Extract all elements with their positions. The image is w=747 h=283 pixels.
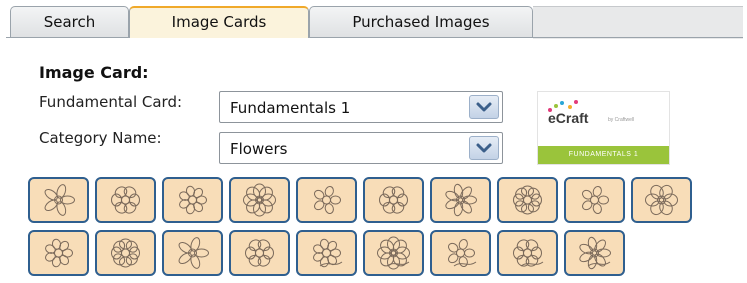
chevron-down-icon[interactable] [469, 136, 499, 160]
fundamental-card-value: Fundamentals 1 [230, 99, 351, 117]
section-title: Image Card: [39, 63, 149, 82]
image-card[interactable] [497, 230, 558, 276]
tab-image-cards[interactable]: Image Cards [129, 6, 309, 38]
tab-bar: Search Image Cards Purchased Images [0, 0, 747, 39]
tab-search[interactable]: Search [10, 6, 129, 37]
ecraft-logo: eCraft by Craftwell FUNDAMENTALS 1 [537, 91, 670, 165]
tab-bar-fill [533, 6, 743, 39]
category-name-select[interactable]: Flowers [219, 132, 503, 164]
category-name-label: Category Name: [39, 129, 162, 147]
tab-purchased-images[interactable]: Purchased Images [309, 6, 533, 37]
logo-banner: FUNDAMENTALS 1 [538, 146, 669, 164]
image-card[interactable] [564, 177, 625, 223]
image-card[interactable] [162, 177, 223, 223]
image-card[interactable] [28, 177, 89, 223]
logo-brand-text: eCraft [548, 110, 589, 126]
image-card[interactable] [430, 177, 491, 223]
image-card[interactable] [229, 230, 290, 276]
fundamental-card-select[interactable]: Fundamentals 1 [219, 91, 503, 123]
image-card[interactable] [296, 177, 357, 223]
image-card[interactable] [28, 230, 89, 276]
image-card[interactable] [430, 230, 491, 276]
logo-small-text: by Craftwell [608, 117, 635, 123]
image-card[interactable] [631, 177, 692, 223]
image-card[interactable] [95, 230, 156, 276]
image-card[interactable] [229, 177, 290, 223]
image-card[interactable] [363, 230, 424, 276]
image-card[interactable] [564, 230, 625, 276]
image-card[interactable] [162, 230, 223, 276]
category-name-value: Flowers [230, 140, 288, 158]
fundamental-card-label: Fundamental Card: [39, 93, 183, 111]
tab-bar-divider [6, 37, 743, 38]
image-card[interactable] [363, 177, 424, 223]
image-card[interactable] [296, 230, 357, 276]
image-card[interactable] [497, 177, 558, 223]
image-card[interactable] [95, 177, 156, 223]
image-card-grid [28, 177, 718, 277]
chevron-down-icon[interactable] [469, 95, 499, 119]
